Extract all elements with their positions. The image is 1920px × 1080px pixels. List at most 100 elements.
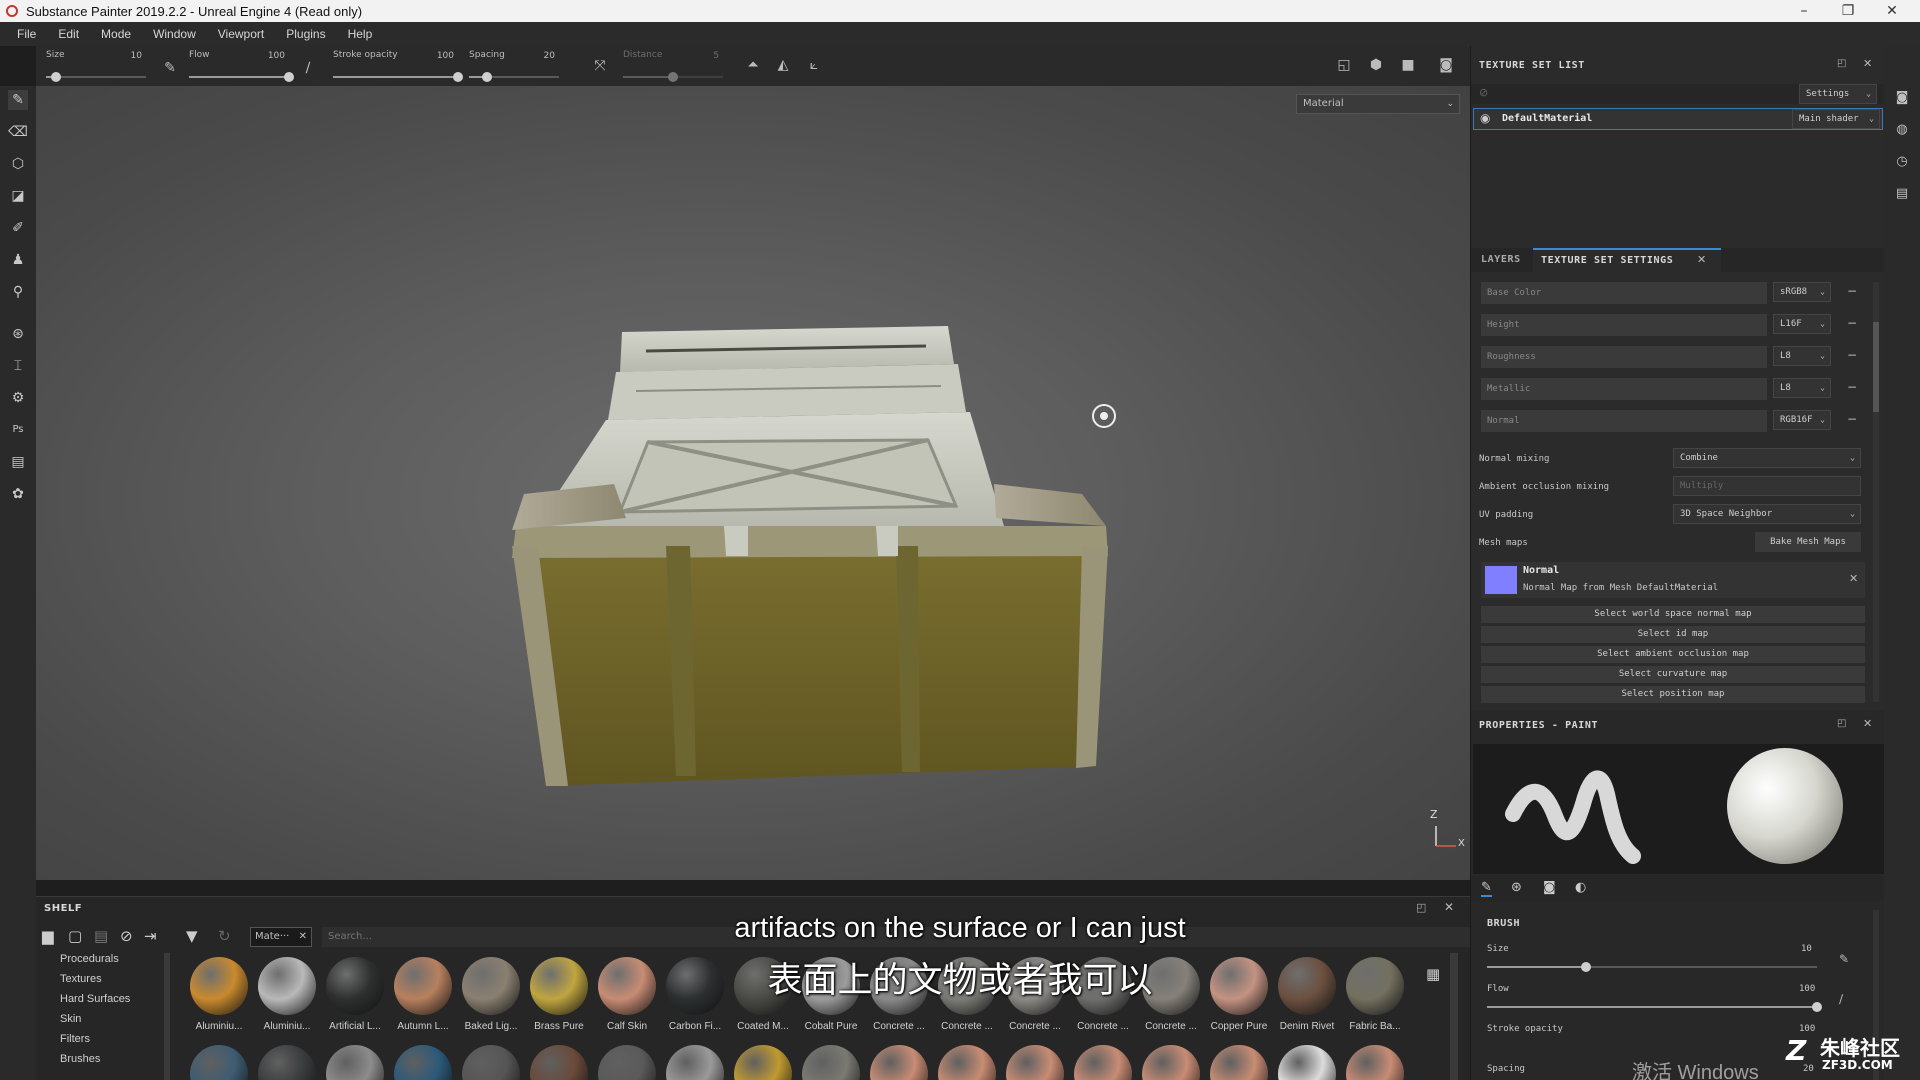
flow-slider[interactable]: Flow 100 [189, 48, 294, 84]
menu-help[interactable]: Help [337, 27, 384, 41]
distance-slider[interactable]: Distance 5 [623, 48, 723, 84]
link-icon[interactable]: ⊘ [1479, 86, 1488, 99]
polygon-fill-icon[interactable]: ◪ [8, 186, 28, 206]
tab-texture-set-settings[interactable]: TEXTURE SET SETTINGS [1533, 248, 1721, 272]
brush-flow-slider[interactable] [1487, 1002, 1822, 1012]
brush-flow-knob[interactable] [1812, 1002, 1822, 1012]
material-thumbnail[interactable] [530, 1045, 588, 1080]
channel-name[interactable]: Metallic [1481, 378, 1767, 400]
eye-visibility-icon[interactable]: ◉ [1480, 111, 1490, 125]
pen-pressure-icon[interactable]: ∕ [298, 58, 318, 78]
lazy-mouse-icon[interactable]: ⤧ [590, 56, 610, 76]
ao-mixing-dropdown[interactable]: Multiply [1673, 476, 1861, 496]
select-id-map-button[interactable]: Select id map [1481, 626, 1865, 643]
size-slider[interactable]: Size 10 [46, 48, 146, 84]
category-skin[interactable]: Skin [60, 1013, 81, 1025]
spacing-slider[interactable]: Spacing 20 [469, 48, 559, 84]
projection-icon[interactable]: ⬡ [8, 154, 28, 174]
plugin-icon[interactable]: ✿ [8, 484, 28, 504]
bake-mesh-maps-button[interactable]: Bake Mesh Maps [1755, 532, 1861, 552]
restore-button[interactable]: ❐ [1826, 0, 1870, 22]
select-position-map-button[interactable]: Select position map [1481, 686, 1865, 703]
settings-dropdown[interactable]: Settings ⌄ [1799, 84, 1877, 104]
material-thumbnail[interactable] [1278, 1045, 1336, 1080]
minimize-button[interactable]: – [1782, 0, 1826, 22]
menu-mode[interactable]: Mode [90, 27, 142, 41]
texture-set-row[interactable]: ◉ DefaultMaterial Main shader ⌄ [1473, 108, 1883, 130]
3d-viewport[interactable]: Material ⌄ Z X [36, 86, 1470, 880]
close-icon[interactable]: ✕ [1697, 253, 1706, 266]
material-thumbnail[interactable] [190, 1045, 248, 1080]
eraser-icon[interactable]: ⌫ [8, 122, 28, 142]
material-tab-icon[interactable]: ◐ [1575, 880, 1586, 895]
channel-name[interactable]: Base Color [1481, 282, 1767, 304]
menu-file[interactable]: File [6, 27, 47, 41]
remove-channel-icon[interactable]: − [1847, 380, 1857, 394]
crate-model[interactable] [36, 86, 1470, 880]
close-icon[interactable]: ✕ [1863, 717, 1872, 730]
shader-dropdown[interactable]: Main shader ⌄ [1792, 109, 1880, 129]
shader-settings-icon[interactable]: ◍ [1892, 120, 1912, 140]
material-thumbnail[interactable] [802, 1045, 860, 1080]
menu-window[interactable]: Window [142, 27, 207, 41]
video-camera-icon[interactable]: ■ [1398, 55, 1418, 75]
stroke-opacity-slider[interactable]: Stroke opacity 100 [333, 48, 463, 84]
remove-channel-icon[interactable]: − [1847, 284, 1857, 298]
uv-padding-dropdown[interactable]: 3D Space Neighbor ⌄ [1673, 504, 1861, 524]
material-thumbnail[interactable] [938, 1045, 996, 1080]
paint-brush-icon[interactable]: ✎ [8, 90, 28, 110]
settings-gear-icon[interactable]: ⚙ [8, 388, 28, 408]
menu-plugins[interactable]: Plugins [275, 27, 336, 41]
channel-format-dropdown[interactable]: sRGB8 ⌄ [1773, 282, 1831, 302]
align-icon[interactable]: ⟀ [804, 55, 824, 75]
remove-channel-icon[interactable]: − [1847, 316, 1857, 330]
material-thumbnail[interactable] [1210, 1045, 1268, 1080]
size-slider-knob[interactable] [51, 72, 61, 82]
maximize-icon[interactable]: ◰ [1837, 718, 1846, 729]
smudge-icon[interactable]: ✐ [8, 218, 28, 238]
material-thumbnail[interactable] [666, 1045, 724, 1080]
select-ao-map-button[interactable]: Select ambient occlusion map [1481, 646, 1865, 663]
category-filters[interactable]: Filters [60, 1033, 90, 1045]
color-picker-icon[interactable]: ⚲ [8, 282, 28, 302]
menu-edit[interactable]: Edit [47, 27, 90, 41]
channel-format-dropdown[interactable]: L8 ⌄ [1773, 346, 1831, 366]
tab-layers[interactable]: LAYERS [1481, 254, 1521, 265]
close-window-button[interactable]: ✕ [1870, 0, 1914, 22]
spacing-slider-knob[interactable] [482, 72, 492, 82]
remove-channel-icon[interactable]: − [1847, 348, 1857, 362]
material-thumbnail[interactable] [462, 1045, 520, 1080]
mirror-icon[interactable]: ◭ [773, 55, 793, 75]
history-icon[interactable]: ◷ [1892, 152, 1912, 172]
material-thumbnail[interactable] [734, 1045, 792, 1080]
pen-pressure-icon[interactable]: ✎ [160, 58, 180, 78]
normal-mixing-dropdown[interactable]: Combine ⌄ [1673, 448, 1861, 468]
select-curvature-map-button[interactable]: Select curvature map [1481, 666, 1865, 683]
select-world-normal-button[interactable]: Select world space normal map [1481, 606, 1865, 623]
stroke-opacity-slider-knob[interactable] [453, 72, 463, 82]
menu-viewport[interactable]: Viewport [207, 27, 275, 41]
distance-slider-knob[interactable] [668, 72, 678, 82]
flow-slider-knob[interactable] [284, 72, 294, 82]
material-thumbnail[interactable] [598, 1045, 656, 1080]
stencil-tab-icon[interactable]: ◙ [1543, 880, 1556, 895]
close-icon[interactable]: ✕ [1863, 57, 1872, 70]
alpha-tab-icon[interactable]: ⊛ [1511, 880, 1522, 895]
channel-format-dropdown[interactable]: L8 ⌄ [1773, 378, 1831, 398]
material-thumbnail[interactable] [870, 1045, 928, 1080]
display-settings-icon[interactable]: ◙ [1892, 88, 1912, 108]
channel-format-dropdown[interactable]: L16F ⌄ [1773, 314, 1831, 334]
category-brushes[interactable]: Brushes [60, 1053, 100, 1065]
brush-tab-icon[interactable]: ✎ [1481, 880, 1492, 897]
channel-name[interactable]: Height [1481, 314, 1767, 336]
normal-map-slot[interactable]: Normal Normal Map from Mesh DefaultMater… [1481, 562, 1865, 598]
close-icon[interactable]: ✕ [1849, 572, 1858, 585]
ruler-icon[interactable]: ⌶ [8, 356, 28, 376]
material-thumbnail[interactable] [1006, 1045, 1064, 1080]
bake-icon[interactable]: ⊛ [8, 324, 28, 344]
screenshot-icon[interactable]: ◙ [1436, 55, 1456, 75]
photoshop-export-icon[interactable]: Ps [8, 420, 28, 440]
camera-view-icon[interactable]: ◱ [1334, 55, 1354, 75]
material-thumbnail[interactable] [1346, 1045, 1404, 1080]
remove-channel-icon[interactable]: − [1847, 412, 1857, 426]
